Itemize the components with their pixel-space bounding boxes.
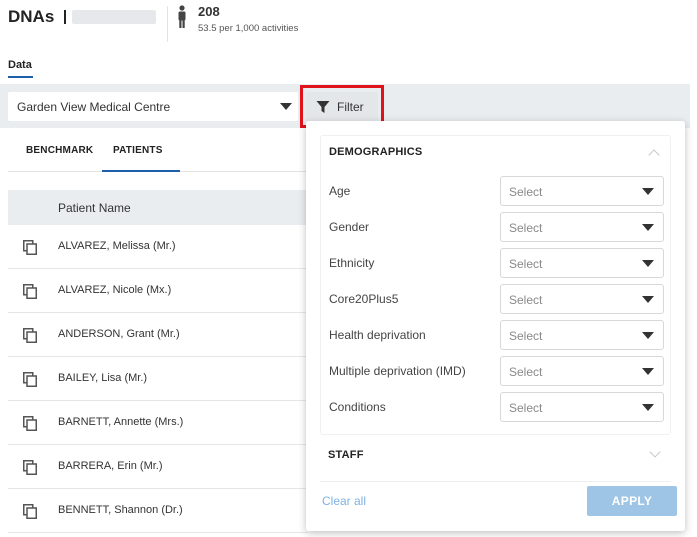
filter-row-health-deprivation: Health deprivation Select [329,320,665,350]
select-value: Select [509,293,543,307]
select-value: Select [509,401,543,415]
title-separator [64,10,66,24]
copy-icon[interactable] [23,284,37,299]
filter-label: Age [329,184,351,198]
staff-section[interactable]: STAFF [320,439,671,475]
column-header-patient-name: Patient Name [58,201,131,215]
patient-list-header: Patient Name [8,190,308,225]
redacted-title-text [72,10,156,24]
patient-name[interactable]: ALVAREZ, Melissa (Mr.) [58,240,176,252]
table-row[interactable]: BAILEY, Lisa (Mr.) [8,357,308,401]
page-title: DNAs [8,7,55,26]
filter-label: Health deprivation [329,328,426,342]
core20plus5-select[interactable]: Select [500,284,664,314]
caret-down-icon [642,296,654,303]
filter-label: Gender [329,220,370,234]
caret-down-icon [642,224,654,231]
filter-row-age: Age Select [329,176,665,206]
patient-name[interactable]: BARRERA, Erin (Mr.) [58,460,163,472]
select-value: Select [509,365,543,379]
metric-header: DNAs 208 53.5 per 1,000 activities [0,0,690,48]
practice-select-value: Garden View Medical Centre [17,100,171,114]
caret-down-icon [280,103,292,110]
ethnicity-select[interactable]: Select [500,248,664,278]
tab-patients[interactable]: PATIENTS [113,145,163,156]
clear-all-link[interactable]: Clear all [322,494,366,508]
select-value: Select [509,185,543,199]
select-value: Select [509,257,543,271]
patient-name[interactable]: ALVAREZ, Nicole (Mx.) [58,284,171,296]
table-row[interactable]: ALVAREZ, Melissa (Mr.) [8,225,308,269]
gender-select[interactable]: Select [500,212,664,242]
table-row[interactable]: BENNETT, Shannon (Dr.) [8,489,308,533]
filter-row-conditions: Conditions Select [329,392,665,422]
practice-select[interactable]: Garden View Medical Centre [8,92,298,121]
demographics-title[interactable]: DEMOGRAPHICS [329,146,422,158]
filter-label: Ethnicity [329,256,375,270]
caret-down-icon [642,404,654,411]
demographics-section: DEMOGRAPHICS Age Select Gender Select Et… [320,135,671,435]
filter-panel: DEMOGRAPHICS Age Select Gender Select Et… [306,121,685,531]
copy-icon[interactable] [23,328,37,343]
table-row[interactable]: BARRERA, Erin (Mr.) [8,445,308,489]
select-value: Select [509,329,543,343]
header-divider [167,6,168,42]
conditions-select[interactable]: Select [500,392,664,422]
copy-icon[interactable] [23,504,37,519]
caret-down-icon [642,368,654,375]
copy-icon[interactable] [23,372,37,387]
tab-benchmark[interactable]: BENCHMARK [26,145,93,156]
panel-divider [320,481,671,482]
tab-data[interactable]: Data [8,59,32,71]
apply-button[interactable]: APPLY [587,486,677,516]
patient-name[interactable]: BENNETT, Shannon (Dr.) [58,504,183,516]
filter-row-ethnicity: Ethnicity Select [329,248,665,278]
copy-icon[interactable] [23,240,37,255]
patient-name[interactable]: BAILEY, Lisa (Mr.) [58,372,147,384]
select-value: Select [509,221,543,235]
staff-title[interactable]: STAFF [328,449,364,461]
chevron-up-icon[interactable] [648,149,660,161]
active-subtab-indicator [102,170,180,172]
health-deprivation-select[interactable]: Select [500,320,664,350]
active-tab-indicator [8,76,33,78]
patient-name[interactable]: BARNETT, Annette (Mrs.) [58,416,183,428]
person-icon [178,5,186,28]
filter-row-core20plus5: Core20Plus5 Select [329,284,665,314]
subtab-bar: BENCHMARK PATIENTS [8,130,308,172]
caret-down-icon [642,260,654,267]
copy-icon[interactable] [23,460,37,475]
patient-name[interactable]: ANDERSON, Grant (Mr.) [58,328,180,340]
filter-label: Multiple deprivation (IMD) [329,364,466,378]
filter-label: Core20Plus5 [329,292,399,306]
imd-select[interactable]: Select [500,356,664,386]
caret-down-icon [642,332,654,339]
copy-icon[interactable] [23,416,37,431]
dna-rate: 53.5 per 1,000 activities [198,23,299,34]
age-select[interactable]: Select [500,176,664,206]
filter-row-imd: Multiple deprivation (IMD) Select [329,356,665,386]
caret-down-icon [642,188,654,195]
table-row[interactable]: BARNETT, Annette (Mrs.) [8,401,308,445]
table-row[interactable]: ANDERSON, Grant (Mr.) [8,313,308,357]
filter-label: Conditions [329,400,386,414]
dna-count: 208 [198,4,220,19]
filter-row-gender: Gender Select [329,212,665,242]
chevron-down-icon[interactable] [649,446,661,458]
table-row[interactable]: ALVAREZ, Nicole (Mx.) [8,269,308,313]
